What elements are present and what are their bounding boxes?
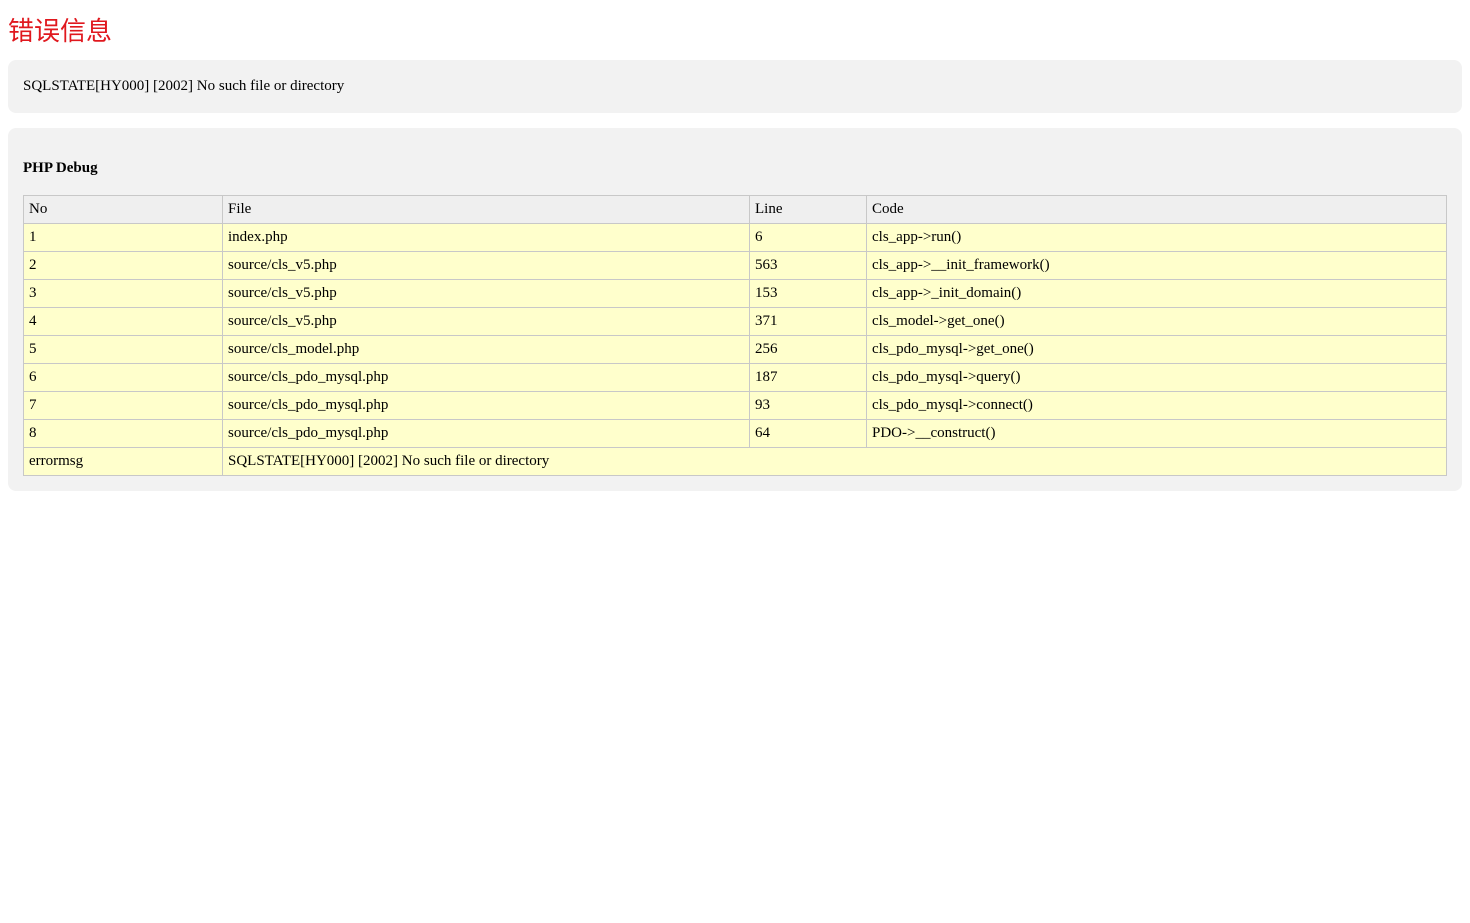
cell-code: cls_pdo_mysql->get_one() — [866, 335, 1447, 364]
cell-no: 1 — [23, 223, 223, 252]
cell-code: cls_model->get_one() — [866, 307, 1447, 336]
cell-line: 371 — [749, 307, 867, 336]
column-header-code: Code — [866, 195, 1447, 224]
table-row: 6 source/cls_pdo_mysql.php 187 cls_pdo_mysq… — [23, 363, 1447, 392]
stack-trace-table: No File Line Code 1 index.php 6 cls_app->ru… — [23, 195, 1447, 476]
cell-file: source/cls_pdo_mysql.php — [222, 419, 750, 448]
cell-code: cls_app->_init_domain() — [866, 279, 1447, 308]
cell-no: 3 — [23, 279, 223, 308]
cell-no: 7 — [23, 391, 223, 420]
cell-no: 5 — [23, 335, 223, 364]
cell-file: source/cls_pdo_mysql.php — [222, 391, 750, 420]
cell-code: cls_pdo_mysql->connect() — [866, 391, 1447, 420]
stack-trace-body: 1 index.php 6 cls_app->run() 2 source/cls_v5.… — [23, 223, 1447, 476]
errormsg-row: errormsg SQLSTATE[HY000] [2002] No such … — [23, 447, 1447, 476]
debug-panel: PHP Debug No File Line Code 1 index.php 6 c… — [8, 128, 1462, 491]
table-row: 3 source/cls_v5.php 153 cls_app->_init_doma… — [23, 279, 1447, 308]
column-header-line: Line — [749, 195, 867, 224]
column-header-file: File — [222, 195, 750, 224]
debug-heading: PHP Debug — [23, 160, 98, 176]
cell-no: 2 — [23, 251, 223, 280]
errormsg-value: SQLSTATE[HY000] [2002] No such file or d… — [222, 447, 1447, 476]
cell-no: 4 — [23, 307, 223, 336]
cell-no: 8 — [23, 419, 223, 448]
column-header-no: No — [23, 195, 223, 224]
cell-file: source/cls_v5.php — [222, 251, 750, 280]
cell-line: 153 — [749, 279, 867, 308]
cell-line: 256 — [749, 335, 867, 364]
table-row: 2 source/cls_v5.php 563 cls_app->__init_fra… — [23, 251, 1447, 280]
cell-file: source/cls_model.php — [222, 335, 750, 364]
cell-code: cls_pdo_mysql->query() — [866, 363, 1447, 392]
table-row: 5 source/cls_model.php 256 cls_pdo_mysql->g… — [23, 335, 1447, 364]
cell-file: index.php — [222, 223, 750, 252]
error-message-box: SQLSTATE[HY000] [2002] No such file or d… — [8, 60, 1462, 113]
cell-line: 187 — [749, 363, 867, 392]
cell-code: cls_app->run() — [866, 223, 1447, 252]
cell-line: 563 — [749, 251, 867, 280]
error-message-text: SQLSTATE[HY000] [2002] No such file or d… — [23, 78, 345, 94]
page-title: 错误信息 — [8, 17, 113, 47]
cell-code: cls_app->__init_framework() — [866, 251, 1447, 280]
cell-code: PDO->__construct() — [866, 419, 1447, 448]
table-row: 4 source/cls_v5.php 371 cls_model->get_one(… — [23, 307, 1447, 336]
cell-line: 6 — [749, 223, 867, 252]
cell-line: 93 — [749, 391, 867, 420]
table-header-row: No File Line Code — [23, 195, 1447, 224]
cell-file: source/cls_pdo_mysql.php — [222, 363, 750, 392]
errormsg-label: errormsg — [23, 447, 223, 476]
table-row: 8 source/cls_pdo_mysql.php 64 PDO->__constr… — [23, 419, 1447, 448]
cell-file: source/cls_v5.php — [222, 307, 750, 336]
cell-file: source/cls_v5.php — [222, 279, 750, 308]
cell-no: 6 — [23, 363, 223, 392]
cell-line: 64 — [749, 419, 867, 448]
table-row: 7 source/cls_pdo_mysql.php 93 cls_pdo_mysql… — [23, 391, 1447, 420]
table-row: 1 index.php 6 cls_app->run() — [23, 223, 1447, 252]
